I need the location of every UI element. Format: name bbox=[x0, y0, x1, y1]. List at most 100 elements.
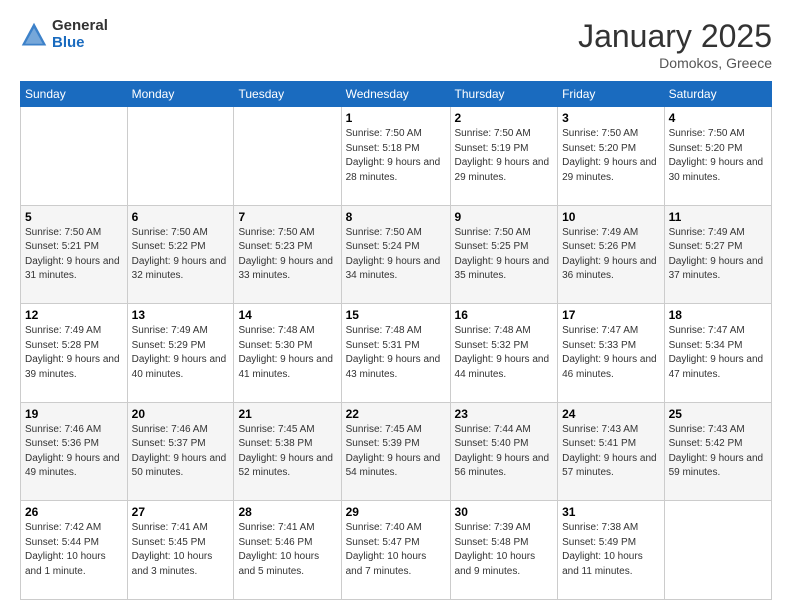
logo-icon bbox=[20, 21, 48, 49]
calendar-cell: 7Sunrise: 7:50 AM Sunset: 5:23 PM Daylig… bbox=[234, 205, 341, 304]
day-info: Sunrise: 7:46 AM Sunset: 5:36 PM Dayligh… bbox=[25, 423, 123, 481]
calendar-header-row: SundayMondayTuesdayWednesdayThursdayFrid… bbox=[21, 82, 772, 107]
day-header-saturday: Saturday bbox=[664, 82, 771, 107]
calendar-cell: 28Sunrise: 7:41 AM Sunset: 5:46 PM Dayli… bbox=[234, 501, 341, 600]
day-info: Sunrise: 7:46 AM Sunset: 5:37 PM Dayligh… bbox=[132, 423, 230, 481]
day-info: Sunrise: 7:45 AM Sunset: 5:39 PM Dayligh… bbox=[346, 423, 446, 481]
day-info: Sunrise: 7:40 AM Sunset: 5:47 PM Dayligh… bbox=[346, 521, 446, 579]
calendar-cell: 5 Sunrise: 7:50 AM Sunset: 5:21 PM Daylig… bbox=[21, 205, 128, 304]
logo: General Blue bbox=[20, 18, 108, 51]
day-info: Sunrise: 7:50 AM Sunset: 5:21 PM Dayligh… bbox=[25, 226, 123, 284]
day-number: 28 bbox=[238, 505, 336, 519]
logo-general: General bbox=[52, 18, 108, 35]
title-block: January 2025 Domokos, Greece bbox=[578, 18, 772, 71]
calendar-week-row: 19Sunrise: 7:46 AM Sunset: 5:36 PM Dayli… bbox=[21, 402, 772, 501]
day-info: Sunrise: 7:47 AM Sunset: 5:34 PM Dayligh… bbox=[669, 324, 767, 382]
day-number: 12 bbox=[25, 308, 123, 322]
day-number: 26 bbox=[25, 505, 123, 519]
page: General Blue January 2025 Domokos, Greec… bbox=[0, 0, 792, 612]
day-number: 8 bbox=[346, 210, 446, 224]
calendar-cell: 10 Sunrise: 7:49 AM Sunset: 5:26 PM Dayli… bbox=[558, 205, 664, 304]
calendar-cell: 25 Sunrise: 7:43 AM Sunset: 5:42 PM Dayli… bbox=[664, 402, 771, 501]
day-number: 14 bbox=[238, 308, 336, 322]
day-number: 23 bbox=[455, 407, 554, 421]
calendar-cell: 26 Sunrise: 7:42 AM Sunset: 5:44 PM Dayli… bbox=[21, 501, 128, 600]
logo-text: General Blue bbox=[52, 18, 108, 51]
day-number: 27 bbox=[132, 505, 230, 519]
day-number: 10 bbox=[562, 210, 659, 224]
day-number: 30 bbox=[455, 505, 554, 519]
day-info: Sunrise: 7:50 AM Sunset: 5:20 PM Dayligh… bbox=[562, 127, 659, 185]
day-number: 6 bbox=[132, 210, 230, 224]
calendar-cell: 2Sunrise: 7:50 AM Sunset: 5:19 PM Daylig… bbox=[450, 107, 558, 206]
day-info: Sunrise: 7:49 AM Sunset: 5:26 PM Dayligh… bbox=[562, 226, 659, 284]
day-number: 25 bbox=[669, 407, 767, 421]
calendar-cell: 3 Sunrise: 7:50 AM Sunset: 5:20 PM Daylig… bbox=[558, 107, 664, 206]
day-info: Sunrise: 7:50 AM Sunset: 5:24 PM Dayligh… bbox=[346, 226, 446, 284]
calendar-cell bbox=[234, 107, 341, 206]
day-number: 21 bbox=[238, 407, 336, 421]
day-info: Sunrise: 7:43 AM Sunset: 5:41 PM Dayligh… bbox=[562, 423, 659, 481]
calendar-cell: 29 Sunrise: 7:40 AM Sunset: 5:47 PM Dayli… bbox=[341, 501, 450, 600]
calendar-cell: 9 Sunrise: 7:50 AM Sunset: 5:25 PM Daylig… bbox=[450, 205, 558, 304]
month-title: January 2025 bbox=[578, 18, 772, 55]
calendar-cell: 4 Sunrise: 7:50 AM Sunset: 5:20 PM Daylig… bbox=[664, 107, 771, 206]
day-info: Sunrise: 7:48 AM Sunset: 5:32 PM Dayligh… bbox=[455, 324, 554, 382]
day-info: Sunrise: 7:44 AM Sunset: 5:40 PM Dayligh… bbox=[455, 423, 554, 481]
day-info: Sunrise: 7:50 AM Sunset: 5:25 PM Dayligh… bbox=[455, 226, 554, 284]
day-info: Sunrise: 7:48 AM Sunset: 5:31 PM Dayligh… bbox=[346, 324, 446, 382]
calendar-cell: 15 Sunrise: 7:48 AM Sunset: 5:31 PM Dayli… bbox=[341, 304, 450, 403]
day-number: 9 bbox=[455, 210, 554, 224]
calendar-cell: 1 Sunrise: 7:50 AM Sunset: 5:18 PM Daylig… bbox=[341, 107, 450, 206]
day-header-tuesday: Tuesday bbox=[234, 82, 341, 107]
header: General Blue January 2025 Domokos, Greec… bbox=[20, 18, 772, 71]
day-number: 1 bbox=[346, 111, 446, 125]
calendar-cell: 11 Sunrise: 7:49 AM Sunset: 5:27 PM Dayli… bbox=[664, 205, 771, 304]
calendar-cell: 14 Sunrise: 7:48 AM Sunset: 5:30 PM Dayli… bbox=[234, 304, 341, 403]
calendar-cell: 13Sunrise: 7:49 AM Sunset: 5:29 PM Dayli… bbox=[127, 304, 234, 403]
calendar-cell: 30 Sunrise: 7:39 AM Sunset: 5:48 PM Dayli… bbox=[450, 501, 558, 600]
day-info: Sunrise: 7:48 AM Sunset: 5:30 PM Dayligh… bbox=[238, 324, 336, 382]
calendar-week-row: 12 Sunrise: 7:49 AM Sunset: 5:28 PM Dayli… bbox=[21, 304, 772, 403]
day-info: Sunrise: 7:47 AM Sunset: 5:33 PM Dayligh… bbox=[562, 324, 659, 382]
location: Domokos, Greece bbox=[578, 55, 772, 71]
day-number: 18 bbox=[669, 308, 767, 322]
day-number: 15 bbox=[346, 308, 446, 322]
day-info: Sunrise: 7:43 AM Sunset: 5:42 PM Dayligh… bbox=[669, 423, 767, 481]
day-info: Sunrise: 7:50 AM Sunset: 5:18 PM Dayligh… bbox=[346, 127, 446, 185]
calendar-cell: 19Sunrise: 7:46 AM Sunset: 5:36 PM Dayli… bbox=[21, 402, 128, 501]
day-info: Sunrise: 7:49 AM Sunset: 5:27 PM Dayligh… bbox=[669, 226, 767, 284]
day-info: Sunrise: 7:39 AM Sunset: 5:48 PM Dayligh… bbox=[455, 521, 554, 579]
calendar-cell: 27Sunrise: 7:41 AM Sunset: 5:45 PM Dayli… bbox=[127, 501, 234, 600]
logo-blue: Blue bbox=[52, 35, 108, 52]
day-number: 3 bbox=[562, 111, 659, 125]
calendar-cell: 21 Sunrise: 7:45 AM Sunset: 5:38 PM Dayli… bbox=[234, 402, 341, 501]
calendar-week-row: 1 Sunrise: 7:50 AM Sunset: 5:18 PM Daylig… bbox=[21, 107, 772, 206]
calendar-cell: 22 Sunrise: 7:45 AM Sunset: 5:39 PM Dayli… bbox=[341, 402, 450, 501]
calendar-cell: 8 Sunrise: 7:50 AM Sunset: 5:24 PM Daylig… bbox=[341, 205, 450, 304]
day-header-thursday: Thursday bbox=[450, 82, 558, 107]
calendar-cell: 17 Sunrise: 7:47 AM Sunset: 5:33 PM Dayli… bbox=[558, 304, 664, 403]
day-info: Sunrise: 7:49 AM Sunset: 5:28 PM Dayligh… bbox=[25, 324, 123, 382]
day-info: Sunrise: 7:42 AM Sunset: 5:44 PM Dayligh… bbox=[25, 521, 123, 579]
day-number: 5 bbox=[25, 210, 123, 224]
day-number: 17 bbox=[562, 308, 659, 322]
calendar-table: SundayMondayTuesdayWednesdayThursdayFrid… bbox=[20, 81, 772, 600]
day-info: Sunrise: 7:50 AM Sunset: 5:20 PM Dayligh… bbox=[669, 127, 767, 185]
calendar-cell: 18 Sunrise: 7:47 AM Sunset: 5:34 PM Dayli… bbox=[664, 304, 771, 403]
calendar-cell bbox=[664, 501, 771, 600]
day-header-friday: Friday bbox=[558, 82, 664, 107]
calendar-week-row: 26 Sunrise: 7:42 AM Sunset: 5:44 PM Dayli… bbox=[21, 501, 772, 600]
calendar-cell: 16 Sunrise: 7:48 AM Sunset: 5:32 PM Dayli… bbox=[450, 304, 558, 403]
day-info: Sunrise: 7:49 AM Sunset: 5:29 PM Dayligh… bbox=[132, 324, 230, 382]
day-number: 11 bbox=[669, 210, 767, 224]
day-number: 4 bbox=[669, 111, 767, 125]
day-info: Sunrise: 7:45 AM Sunset: 5:38 PM Dayligh… bbox=[238, 423, 336, 481]
day-info: Sunrise: 7:38 AM Sunset: 5:49 PM Dayligh… bbox=[562, 521, 659, 579]
day-info: Sunrise: 7:50 AM Sunset: 5:19 PM Dayligh… bbox=[455, 127, 554, 185]
day-number: 29 bbox=[346, 505, 446, 519]
calendar-body: 1 Sunrise: 7:50 AM Sunset: 5:18 PM Daylig… bbox=[21, 107, 772, 600]
day-number: 16 bbox=[455, 308, 554, 322]
day-number: 22 bbox=[346, 407, 446, 421]
calendar-cell: 12 Sunrise: 7:49 AM Sunset: 5:28 PM Dayli… bbox=[21, 304, 128, 403]
